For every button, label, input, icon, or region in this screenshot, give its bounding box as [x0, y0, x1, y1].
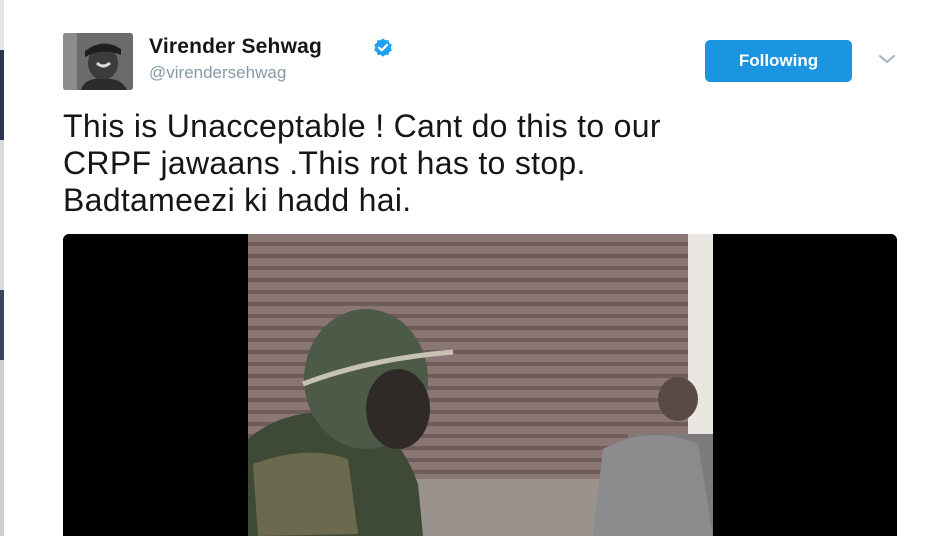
- tweet-text-line: CRPF jawaans .This rot has to stop.: [63, 145, 586, 181]
- verified-badge-icon: [374, 38, 392, 57]
- tweet-text: This is Unacceptable ! Cant do this to o…: [63, 108, 903, 219]
- author-handle[interactable]: @virendersehwag: [149, 63, 286, 83]
- tweet-text-line: Badtameezi ki hadd hai.: [63, 182, 412, 218]
- tweet-text-line: This is Unacceptable ! Cant do this to o…: [63, 108, 661, 144]
- avatar[interactable]: [63, 33, 133, 90]
- author-name[interactable]: Virender Sehwag: [149, 35, 322, 59]
- chevron-down-icon[interactable]: [876, 51, 898, 67]
- following-button[interactable]: Following: [705, 40, 852, 82]
- tweet-card: Virender Sehwag @virendersehwag Followin…: [0, 0, 952, 536]
- embedded-video[interactable]: [63, 234, 897, 536]
- video-frame: [248, 234, 713, 536]
